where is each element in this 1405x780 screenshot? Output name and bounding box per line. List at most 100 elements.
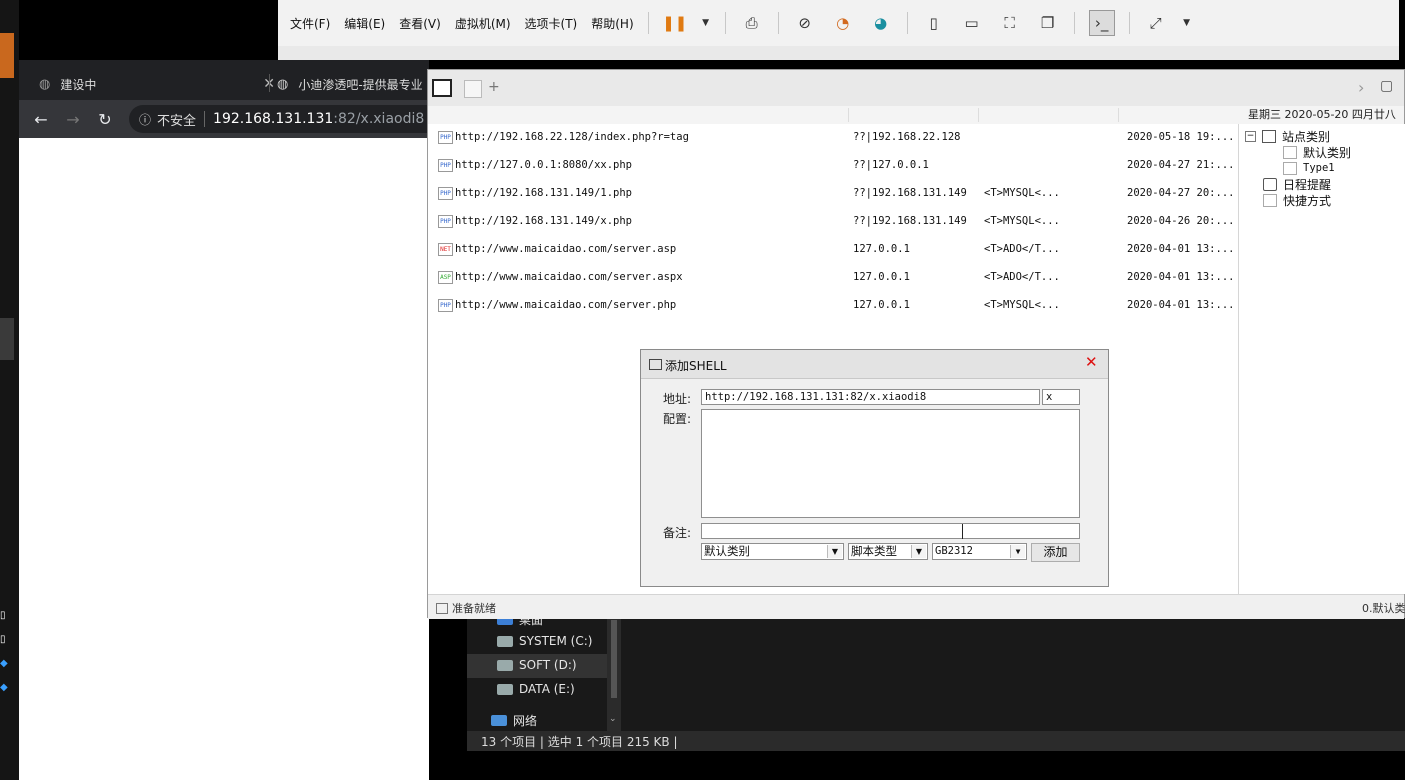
back-icon[interactable]: ←: [30, 108, 52, 130]
row-url: http://www.maicaidao.com/server.aspx: [455, 271, 683, 283]
snapshot-revert-icon[interactable]: ◔: [831, 11, 855, 35]
table-row[interactable]: PHP http://192.168.131.149/x.php ??|192.…: [428, 208, 1238, 236]
address-label: 地址:: [663, 392, 692, 406]
tree-node-schedule[interactable]: 日程提醒: [1263, 176, 1331, 192]
toolbar-divider: [1073, 12, 1075, 34]
address-input[interactable]: http://192.168.131.131:82/x.xiaodi8: [701, 389, 1040, 405]
reload-icon[interactable]: ↻: [94, 108, 116, 130]
chrome-tab[interactable]: ◍ 小迪渗透吧-提供最专业: [277, 68, 429, 100]
send-keys-icon[interactable]: ⎙: [740, 11, 764, 35]
explorer-status-bar: 13 个项目 | 选中 1 个项目 215 KB |: [467, 731, 1405, 751]
drive-icon: [497, 683, 513, 695]
nav-item-drive-e[interactable]: DATA (E:): [497, 678, 575, 700]
sidebar-toggle-icon[interactable]: ▯: [922, 11, 946, 35]
php-file-icon: PHP: [438, 299, 453, 312]
row-note: <T>MYSQL<...: [984, 299, 1060, 311]
file-explorer: 桌面 SYSTEM (C:) SOFT (D:) DATA (E:) 网络 ⌄: [467, 613, 1405, 731]
password-input[interactable]: x: [1042, 389, 1080, 405]
tab-inactive[interactable]: [464, 80, 482, 98]
fullscreen-icon[interactable]: ⛶: [998, 11, 1022, 35]
close-icon[interactable]: ✕: [1085, 353, 1098, 371]
tab-active[interactable]: [432, 79, 452, 97]
tree-label: 快捷方式: [1283, 193, 1332, 208]
row-note: <T>ADO</T...: [984, 243, 1060, 255]
tree-node-sites[interactable]: − 站点类别: [1245, 128, 1330, 144]
thumbnail-bar-icon[interactable]: ▭: [960, 11, 984, 35]
status-left: 准备就绪: [436, 600, 496, 616]
chevron-down-icon[interactable]: ⌄: [609, 714, 617, 724]
add-tab-icon[interactable]: +: [488, 79, 500, 95]
nav-item-drive-d[interactable]: SOFT (D:): [497, 654, 577, 676]
row-url: http://192.168.22.128/index.php?r=tag: [455, 131, 689, 143]
select-value: 脚本类型: [851, 544, 897, 558]
background-taskbar-highlight: [0, 33, 14, 78]
stretch-icon[interactable]: ⤢: [1144, 11, 1168, 35]
table-row[interactable]: ASP http://www.maicaidao.com/server.aspx…: [428, 264, 1238, 292]
menu-file[interactable]: 文件(F): [290, 15, 330, 32]
add-button[interactable]: 添加: [1031, 543, 1080, 562]
row-ip: 127.0.0.1: [853, 243, 910, 255]
nav-item-drive-c[interactable]: SYSTEM (C:): [497, 630, 592, 652]
tree-node-shortcuts[interactable]: 快捷方式: [1263, 192, 1331, 208]
menu-help[interactable]: 帮助(H): [591, 15, 633, 32]
console-icon[interactable]: ›_: [1088, 10, 1115, 36]
menu-tabs[interactable]: 选项卡(T): [525, 15, 578, 32]
scrollbar-thumb[interactable]: [611, 620, 617, 698]
encoding-select[interactable]: GB2312 ▼: [932, 543, 1027, 560]
unity-icon[interactable]: ❐: [1036, 11, 1060, 35]
snapshot-off-icon[interactable]: ⊘: [793, 11, 817, 35]
column-divider: [978, 108, 979, 122]
collapse-icon[interactable]: −: [1245, 130, 1256, 142]
row-time: 2020-04-27 21:...: [1127, 159, 1235, 171]
table-row[interactable]: PHP http://www.maicaidao.com/server.php …: [428, 292, 1238, 320]
menu-edit[interactable]: 编辑(E): [344, 15, 385, 32]
pause-icon[interactable]: ❚❚: [662, 11, 687, 35]
shortcut-icon: [1263, 193, 1277, 207]
toolbar-divider: [1128, 12, 1130, 34]
toolbar-divider: [777, 12, 779, 34]
row-time: 2020-04-01 13:...: [1127, 299, 1235, 311]
chopper-tabbar: + › ▢: [428, 70, 1404, 106]
scrollbar[interactable]: ⌄: [607, 618, 621, 731]
select-value: 默认类别: [704, 544, 750, 558]
note-input[interactable]: [701, 523, 1080, 539]
row-note: <T>MYSQL<...: [984, 215, 1060, 227]
category-select[interactable]: 默认类别 ▼: [701, 543, 844, 560]
table-row[interactable]: PHP http://127.0.0.1:8080/xx.php ??|127.…: [428, 152, 1238, 180]
chevron-down-icon[interactable]: ▼: [911, 545, 926, 558]
tree-node-default[interactable]: 默认类别: [1283, 144, 1351, 160]
security-label: 不安全: [157, 113, 197, 129]
folder-icon: [1283, 161, 1297, 175]
table-row[interactable]: PHP http://192.168.22.128/index.php?r=ta…: [428, 124, 1238, 152]
forward-icon[interactable]: →: [62, 108, 84, 130]
category-tree: − 站点类别 默认类别 Type1 日程提醒 快捷方式: [1238, 124, 1405, 594]
script-type-select[interactable]: 脚本类型 ▼: [848, 543, 928, 560]
nav-item-network[interactable]: 网络: [491, 709, 537, 731]
url-path: :82/x.xiaodi8: [333, 111, 425, 127]
text-cursor-icon: [962, 524, 963, 539]
dialog-titlebar[interactable]: 添加SHELL ✕: [641, 350, 1108, 379]
menu-vm[interactable]: 虚拟机(M): [455, 15, 511, 32]
table-row[interactable]: PHP http://192.168.131.149/1.php ??|192.…: [428, 180, 1238, 208]
tree-node-type1[interactable]: Type1: [1283, 160, 1335, 176]
chevron-down-icon[interactable]: ▼: [827, 545, 842, 558]
chevron-down-icon[interactable]: ▼: [1182, 11, 1192, 35]
column-divider: [848, 108, 849, 122]
select-value: GB2312: [935, 545, 973, 557]
config-textarea[interactable]: [701, 409, 1080, 518]
restore-icon[interactable]: ▢: [1380, 78, 1393, 94]
chevron-down-icon[interactable]: ▼: [701, 11, 711, 35]
chevron-right-icon[interactable]: ›: [1358, 78, 1364, 97]
dialog-title: 添加SHELL: [665, 359, 727, 373]
row-ip: ??|127.0.0.1: [853, 159, 929, 171]
menu-view[interactable]: 查看(V): [399, 15, 441, 32]
chevron-down-icon[interactable]: ▼: [1010, 545, 1025, 558]
row-url: http://192.168.131.149/x.php: [455, 215, 633, 227]
snapshot-manager-icon[interactable]: ◕: [869, 11, 893, 35]
folder-icon: [1283, 145, 1297, 159]
table-row[interactable]: NET http://www.maicaidao.com/server.asp …: [428, 236, 1238, 264]
info-icon[interactable]: ⓘ: [139, 111, 151, 128]
row-url: http://127.0.0.1:8080/xx.php: [455, 159, 633, 171]
address-bar[interactable]: ⓘ 不安全 192.168.131.131 :82/x.xiaodi8: [129, 105, 429, 133]
chrome-tab[interactable]: ◍ 建设中 ✕: [39, 68, 275, 100]
